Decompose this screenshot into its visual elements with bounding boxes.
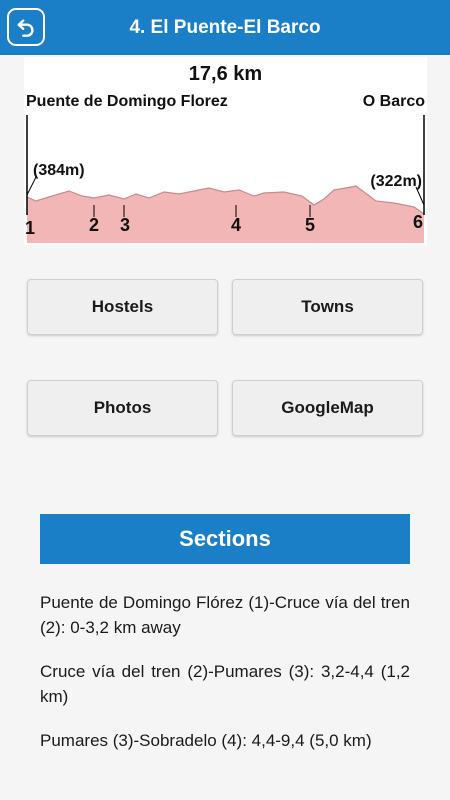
page-title: 4. El Puente-El Barco <box>129 17 321 38</box>
marker-label-4: 4 <box>231 215 242 235</box>
photos-button[interactable]: Photos <box>27 380 218 436</box>
back-arrow-icon <box>17 19 34 37</box>
towns-button[interactable]: Towns <box>232 279 423 335</box>
section-item: Puente de Domingo Flórez (1)-Cruce vía d… <box>40 593 410 637</box>
googlemap-button[interactable]: GoogleMap <box>232 380 423 436</box>
app-header: 4. El Puente-El Barco <box>0 0 450 55</box>
end-altitude-label: (322m) <box>370 173 422 190</box>
marker-label-5: 5 <box>305 215 316 235</box>
section-item: Cruce vía del tren (2)-Pumares (3): 3,2-… <box>40 662 410 706</box>
start-place-label: Puente de Domingo Florez <box>26 93 228 110</box>
back-button[interactable] <box>7 8 45 46</box>
sections-list: Puente de Domingo Flórez (1)-Cruce vía d… <box>40 590 410 772</box>
marker-label-3: 3 <box>120 215 131 235</box>
hostels-button[interactable]: Hostels <box>27 279 218 335</box>
marker-label-6: 6 <box>413 212 424 232</box>
marker-label-2: 2 <box>89 215 100 235</box>
elevation-area <box>27 186 424 243</box>
elevation-profile: 17,6 km Puente de Domingo Florez O Barco… <box>24 57 427 245</box>
end-place-label: O Barco <box>362 93 425 110</box>
start-altitude-label: (384m) <box>33 162 85 179</box>
distance-label: 17,6 km <box>188 63 263 85</box>
section-item: Pumares (3)-Sobradelo (4): 4,4-9,4 (5,0 … <box>40 731 372 750</box>
sections-header: Sections <box>40 514 410 564</box>
marker-label-1: 1 <box>25 218 36 238</box>
